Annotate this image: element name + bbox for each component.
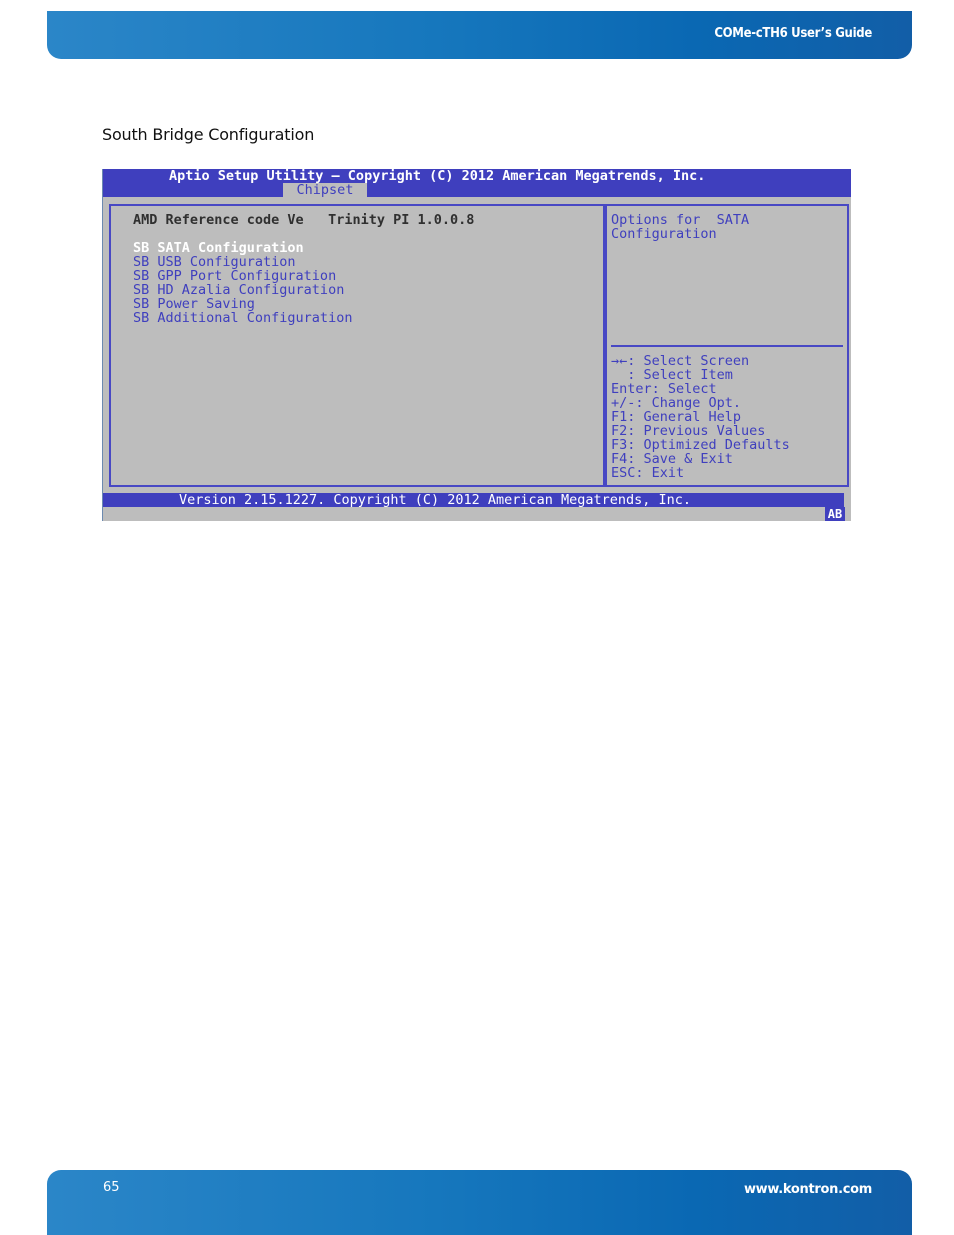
bios-title-bar: Aptio Setup Utility – Copyright (C) 2012… (103, 169, 851, 197)
bios-help-panel: Options for SATA Configuration →←: Selec… (605, 204, 849, 487)
page-number: 65 (103, 1180, 120, 1195)
reference-code-info: AMD Reference code Ve Trinity PI 1.0.0.8 (133, 212, 475, 228)
menu-item-sb-gpp-port[interactable]: SB GPP Port Configuration (133, 269, 352, 283)
bios-menu: SB SATA Configuration SB USB Configurati… (133, 241, 352, 325)
help-divider (611, 345, 843, 347)
footer-banner: 65 www.kontron.com (47, 1170, 912, 1235)
section-heading: South Bridge Configuration (102, 125, 315, 144)
bios-footer-bar: Version 2.15.1227. Copyright (C) 2012 Am… (103, 493, 844, 507)
document-title: COMe-cTH6 User’s Guide (714, 26, 872, 41)
menu-item-sb-power-saving[interactable]: SB Power Saving (133, 297, 352, 311)
key-help-enter: Enter: Select (611, 381, 717, 397)
key-help-select-screen: →←: Select Screen (611, 353, 750, 369)
key-help-list: →←: Select Screen : Select Item Enter: S… (611, 354, 790, 480)
menu-item-sb-hd-azalia[interactable]: SB HD Azalia Configuration (133, 283, 352, 297)
bios-screenshot: Aptio Setup Utility – Copyright (C) 2012… (102, 169, 851, 521)
menu-item-sb-additional[interactable]: SB Additional Configuration (133, 311, 352, 325)
key-help-select-item: : Select Item (611, 367, 733, 383)
key-help-f2: F2: Previous Values (611, 423, 766, 439)
website-link[interactable]: www.kontron.com (744, 1182, 872, 1197)
key-help-f1: F1: General Help (611, 409, 742, 425)
bios-version-text: Version 2.15.1227. Copyright (C) 2012 Am… (179, 492, 692, 508)
key-help-f3: F3: Optimized Defaults (611, 437, 790, 453)
item-help-text: Options for SATA Configuration (611, 212, 750, 242)
key-help-esc: ESC: Exit (611, 465, 685, 481)
menu-item-sb-sata[interactable]: SB SATA Configuration (133, 241, 352, 255)
ab-badge: AB (825, 507, 845, 521)
key-help-change-opt: +/-: Change Opt. (611, 395, 742, 411)
menu-item-sb-usb[interactable]: SB USB Configuration (133, 255, 352, 269)
key-help-f4: F4: Save & Exit (611, 451, 733, 467)
bios-main-panel: AMD Reference code Ve Trinity PI 1.0.0.8… (109, 204, 605, 487)
bios-title: Aptio Setup Utility – Copyright (C) 2012… (169, 168, 706, 184)
header-banner: COMe-cTH6 User’s Guide (47, 11, 912, 59)
tab-chipset[interactable]: Chipset (283, 183, 367, 197)
